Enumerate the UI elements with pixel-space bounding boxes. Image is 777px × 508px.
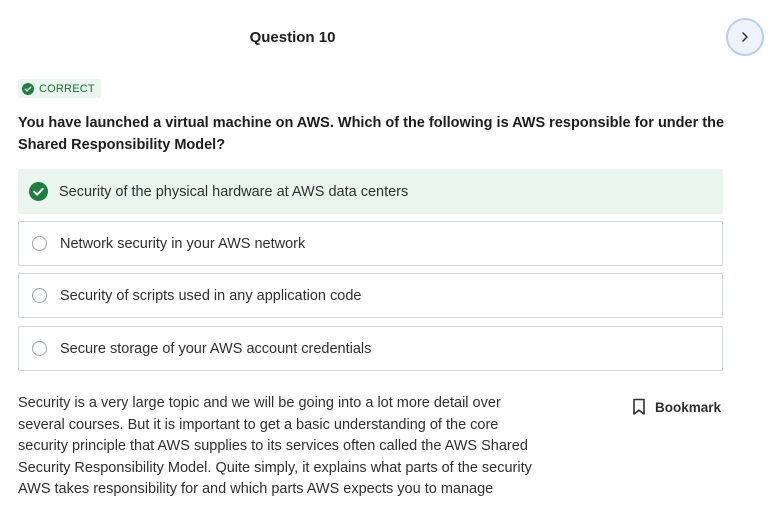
bookmark-icon	[632, 398, 646, 416]
bookmark-label: Bookmark	[655, 399, 722, 415]
answer-label: Network security in your AWS network	[60, 235, 306, 252]
radio-button[interactable]	[32, 288, 47, 303]
radio-button[interactable]	[32, 341, 47, 356]
bookmark-button[interactable]: Bookmark	[632, 398, 721, 416]
answer-option-3[interactable]: Security of scripts used in any applicat…	[18, 273, 723, 318]
answer-label: Secure storage of your AWS account crede…	[60, 340, 372, 357]
question-title: Question 10	[249, 29, 336, 46]
answer-option-4[interactable]: Secure storage of your AWS account crede…	[18, 326, 723, 371]
next-question-button[interactable]	[726, 18, 764, 56]
answer-label: Security of the physical hardware at AWS…	[59, 183, 409, 200]
check-circle-icon	[29, 182, 48, 201]
chevron-right-icon	[739, 31, 751, 43]
question-text: You have launched a virtual machine on A…	[18, 115, 725, 153]
explanation-text: Security is a very large topic and we wi…	[18, 395, 532, 497]
quiz-review-page: Question 10 CORRECT You have launched a …	[0, 0, 777, 508]
check-circle-icon	[22, 82, 34, 95]
status-badge-label: CORRECT	[39, 82, 95, 95]
answer-option-1[interactable]: Security of the physical hardware at AWS…	[18, 169, 723, 214]
status-badge: CORRECT	[18, 79, 101, 98]
radio-button[interactable]	[32, 236, 47, 251]
answer-option-2[interactable]: Network security in your AWS network	[18, 221, 723, 266]
answer-label: Security of scripts used in any applicat…	[60, 287, 362, 304]
